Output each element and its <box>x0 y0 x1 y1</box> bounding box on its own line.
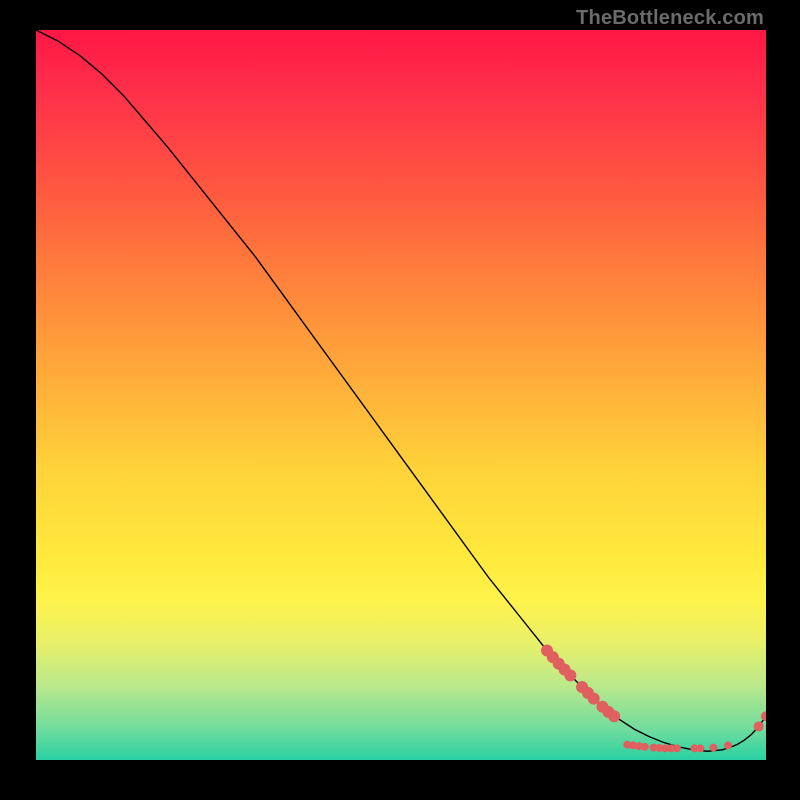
data-marker <box>641 743 649 751</box>
data-marker <box>709 744 717 752</box>
data-marker <box>696 744 704 752</box>
watermark: TheBottleneck.com <box>576 8 764 28</box>
curve-layer <box>36 30 766 760</box>
plot-area <box>36 30 766 760</box>
data-marker <box>724 741 732 749</box>
data-marker <box>608 710 620 722</box>
data-marker <box>754 721 764 731</box>
chart-root: TheBottleneck.com <box>0 0 800 800</box>
data-marker <box>761 711 766 721</box>
bottleneck-curve <box>36 30 766 751</box>
data-markers <box>541 645 766 753</box>
data-marker <box>673 744 681 752</box>
data-marker <box>564 669 576 681</box>
